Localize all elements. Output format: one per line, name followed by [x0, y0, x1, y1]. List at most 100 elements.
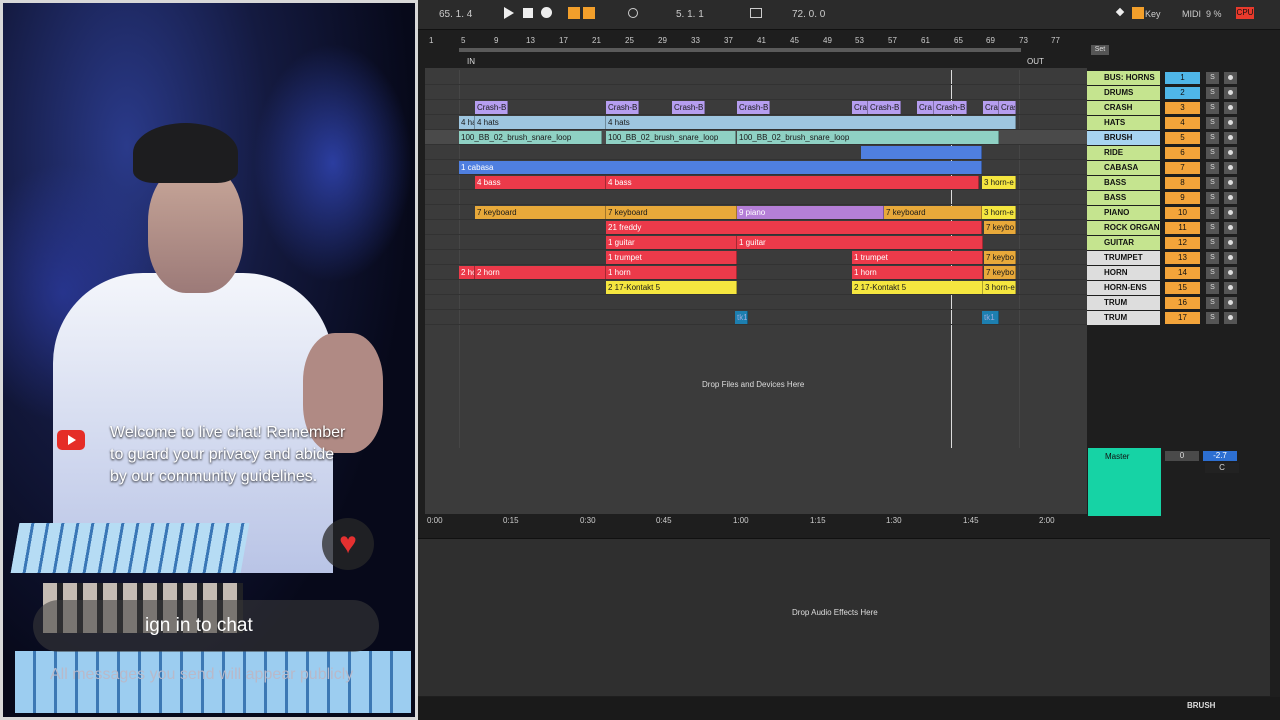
track-name[interactable]: TRUM [1087, 296, 1160, 310]
clip-tk[interactable]: tk1 [982, 311, 999, 324]
clip-crash[interactable]: Cra [983, 101, 999, 114]
track-row[interactable]: CRASH 3 S [1085, 101, 1255, 115]
in-marker[interactable]: IN [467, 57, 475, 66]
solo-button[interactable]: S [1206, 252, 1219, 264]
solo-button[interactable]: S [1206, 237, 1219, 249]
track-name[interactable]: CRASH [1087, 101, 1160, 115]
track-number[interactable]: 11 [1165, 222, 1200, 234]
arm-button[interactable] [1224, 132, 1237, 144]
master-track-header[interactable]: Master [1088, 448, 1161, 516]
track-number[interactable]: 13 [1165, 252, 1200, 264]
solo-button[interactable]: S [1206, 297, 1219, 309]
position-readout[interactable]: 65. 1. 4 [439, 9, 472, 20]
track-number[interactable]: 4 [1165, 117, 1200, 129]
clip-crash[interactable]: Cra [852, 101, 868, 114]
arm-button[interactable] [1224, 102, 1237, 114]
solo-button[interactable]: S [1206, 117, 1219, 129]
track-number[interactable]: 7 [1165, 162, 1200, 174]
clip-hats[interactable]: 4 ha [459, 116, 475, 129]
master-lane[interactable] [425, 448, 1087, 514]
solo-button[interactable]: S [1206, 72, 1219, 84]
lane-ride[interactable] [425, 145, 1087, 160]
track-name[interactable]: HORN [1087, 266, 1160, 280]
clip-bass[interactable]: 4 bass [606, 176, 979, 189]
clip-keyboard[interactable]: 7 keybo [984, 251, 1016, 264]
track-row[interactable]: GUITAR 12 S [1085, 236, 1255, 250]
track-name[interactable]: BASS [1087, 176, 1160, 190]
track-number[interactable]: 5 [1165, 132, 1200, 144]
track-row[interactable]: HATS 4 S [1085, 116, 1255, 130]
lane-drums[interactable] [425, 85, 1087, 100]
clip-cabasa[interactable]: 1 cabasa [459, 161, 982, 174]
clip-crash[interactable]: Crash [999, 101, 1016, 114]
track-row[interactable]: BASS 9 S [1085, 191, 1255, 205]
track-row[interactable]: CABASA 7 S [1085, 161, 1255, 175]
session-record-icon[interactable] [568, 7, 580, 19]
track-name[interactable]: HORN-ENS [1087, 281, 1160, 295]
loop-length-readout[interactable]: 72. 0. 0 [792, 9, 825, 20]
clip-ride[interactable] [861, 146, 982, 159]
clip-horn[interactable]: 2 horn [475, 266, 606, 279]
lane-trum[interactable] [425, 295, 1087, 310]
track-number[interactable]: 17 [1165, 312, 1200, 324]
track-name[interactable]: TRUM [1087, 311, 1160, 325]
track-name[interactable]: CABASA [1087, 161, 1160, 175]
track-name[interactable]: PIANO [1087, 206, 1160, 220]
clip-keyboard[interactable]: 7 keyboard [884, 206, 982, 219]
solo-button[interactable]: S [1206, 267, 1219, 279]
track-number[interactable]: 2 [1165, 87, 1200, 99]
record-icon[interactable] [541, 7, 552, 18]
loop-start-readout[interactable]: 5. 1. 1 [676, 9, 704, 20]
clip-horn-e[interactable]: 3 horn-e [983, 281, 1016, 294]
key-map-icon[interactable] [1132, 7, 1144, 19]
track-number[interactable]: 3 [1165, 102, 1200, 114]
track-row[interactable]: DRUMS 2 S [1085, 86, 1255, 100]
track-row[interactable]: TRUM 16 S [1085, 296, 1255, 310]
clip-brush[interactable]: 100_BB_02_brush_snare_loop [737, 131, 999, 144]
clip-crash[interactable]: Crash-B [737, 101, 770, 114]
clip-horn-e[interactable]: 3 horn-e [982, 176, 1016, 189]
clip-crash[interactable]: Crash-B [672, 101, 705, 114]
clip-guitar[interactable]: 1 guitar [737, 236, 983, 249]
arm-button[interactable] [1224, 147, 1237, 159]
solo-button[interactable]: S [1206, 132, 1219, 144]
track-name[interactable]: ROCK ORGAN [1087, 221, 1160, 235]
track-row[interactable]: TRUMPET 13 S [1085, 251, 1255, 265]
clip-trumpet[interactable]: 1 trumpet [606, 251, 737, 264]
track-number[interactable]: 15 [1165, 282, 1200, 294]
track-row[interactable]: PIANO 10 S [1085, 206, 1255, 220]
arm-button[interactable] [1224, 282, 1237, 294]
clip-keyboard[interactable]: 7 keybo [984, 266, 1016, 279]
clip-keyboard[interactable]: 7 keyboard [475, 206, 606, 219]
track-name[interactable]: TRUMPET [1087, 251, 1160, 265]
clip-crash[interactable]: Crash-B [475, 101, 508, 114]
clip-trumpet[interactable]: 1 trumpet [852, 251, 983, 264]
loop-brace[interactable] [459, 48, 1021, 52]
draw-mode-icon[interactable] [1115, 7, 1125, 17]
solo-button[interactable]: S [1206, 207, 1219, 219]
solo-button[interactable]: S [1206, 192, 1219, 204]
track-number[interactable]: 8 [1165, 177, 1200, 189]
track-name[interactable]: BUS: HORNS [1087, 71, 1160, 85]
solo-button[interactable]: S [1206, 312, 1219, 324]
arm-button[interactable] [1224, 72, 1237, 84]
track-name[interactable]: BASS [1087, 191, 1160, 205]
solo-button[interactable]: S [1206, 102, 1219, 114]
clip-horn[interactable]: 1 horn [606, 266, 737, 279]
arm-button[interactable] [1224, 177, 1237, 189]
cpu-badge[interactable]: CPU [1236, 7, 1254, 19]
clip-kontakt[interactable]: 2 17-Kontakt 5 [852, 281, 983, 294]
clip-crash[interactable]: Crash-B [606, 101, 639, 114]
solo-button[interactable]: S [1206, 162, 1219, 174]
solo-button[interactable]: S [1206, 177, 1219, 189]
midi-map-label[interactable]: MIDI [1182, 9, 1201, 19]
solo-button[interactable]: S [1206, 87, 1219, 99]
arm-button[interactable] [1224, 87, 1237, 99]
set-button[interactable]: Set [1091, 45, 1109, 55]
clip-tk[interactable]: tk1 [735, 311, 748, 324]
key-map-label[interactable]: Key [1145, 9, 1161, 19]
clip-brush[interactable]: 100_BB_02_brush_snare_loop [459, 131, 602, 144]
clip-horn-e[interactable]: 3 horn-e [982, 206, 1016, 219]
track-number[interactable]: 10 [1165, 207, 1200, 219]
automation-arm-icon[interactable] [583, 7, 595, 19]
